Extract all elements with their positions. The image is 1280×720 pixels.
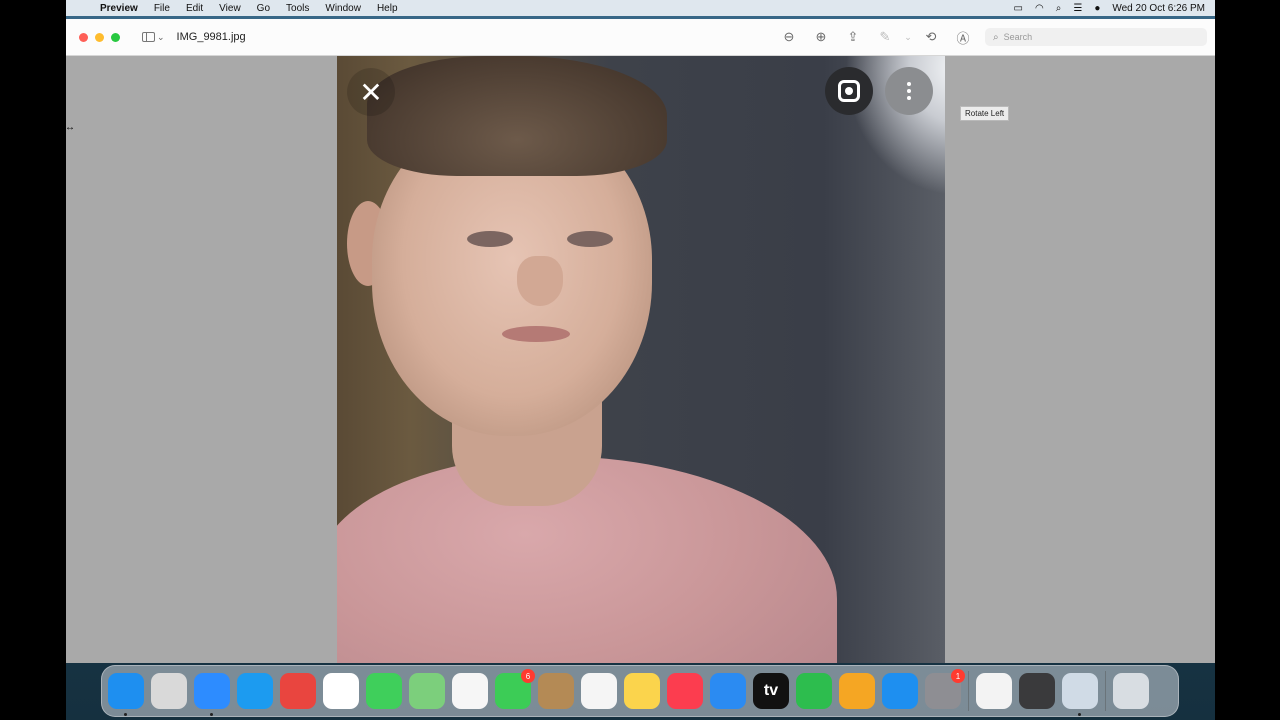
dock-separator <box>1105 671 1106 711</box>
notification-badge: 1 <box>951 669 965 683</box>
sidebar-icon <box>142 32 155 42</box>
maps-icon[interactable] <box>409 673 445 709</box>
toolbar: ⊖ ⊕ ⇪ ✎ ⌄ ⟲ Ⓐ ⌕ Search <box>773 25 1215 49</box>
markup-icon[interactable]: Ⓐ <box>947 25 979 49</box>
running-indicator <box>124 713 127 716</box>
sidebar-toggle-button[interactable]: ⌄ <box>142 32 165 43</box>
running-indicator <box>1078 713 1081 716</box>
shirt <box>337 456 837 663</box>
window-controls <box>66 32 120 42</box>
close-image-button[interactable]: ✕ <box>347 68 395 116</box>
system-preferences-icon[interactable]: 1 <box>925 669 965 709</box>
menu-window[interactable]: Window <box>317 3 369 14</box>
siri-icon[interactable]: ● <box>1094 3 1100 14</box>
document-image: ✕ <box>337 56 945 663</box>
menu-tools[interactable]: Tools <box>278 3 317 14</box>
preview-icon[interactable] <box>1062 673 1098 716</box>
zoom-icon[interactable] <box>194 673 230 716</box>
more-vertical-icon <box>907 82 911 100</box>
pages-icon[interactable] <box>839 673 875 709</box>
menu-go[interactable]: Go <box>249 3 278 14</box>
trash-icon[interactable] <box>1113 673 1149 709</box>
textedit-icon[interactable] <box>976 673 1012 709</box>
document-title: IMG_9981.jpg <box>176 31 246 43</box>
wifi-icon[interactable]: ◠ <box>1035 3 1044 14</box>
chevron-down-icon: ⌄ <box>157 31 165 42</box>
menu-file[interactable]: File <box>146 3 178 14</box>
close-window-button[interactable] <box>79 32 88 42</box>
preview-window: ⌄ IMG_9981.jpg ⊖ ⊕ ⇪ ✎ ⌄ ⟲ Ⓐ ⌕ Search ✕ <box>66 19 1215 663</box>
dock-separator <box>968 671 969 711</box>
highlight-pen-icon[interactable]: ✎ <box>869 25 901 49</box>
launchpad-icon[interactable] <box>151 673 187 709</box>
app-store-icon[interactable] <box>882 673 918 709</box>
title-bar: ⌄ IMG_9981.jpg ⊖ ⊕ ⇪ ✎ ⌄ ⟲ Ⓐ ⌕ Search <box>66 19 1215 56</box>
lens-button[interactable] <box>825 67 873 115</box>
menu-app-name[interactable]: Preview <box>92 3 146 14</box>
notification-badge: 6 <box>521 669 535 683</box>
minimize-window-button[interactable] <box>95 32 104 42</box>
photos-icon[interactable] <box>452 673 488 709</box>
dock-app-label: tv <box>763 682 779 699</box>
search-placeholder: Search <box>1003 32 1033 42</box>
menu-view[interactable]: View <box>211 3 249 14</box>
mail-icon[interactable] <box>280 673 316 709</box>
dock: 6 tv 1 <box>101 665 1179 717</box>
facetime-icon[interactable]: 6 <box>495 669 535 709</box>
messages-icon[interactable] <box>366 673 402 709</box>
battery-icon[interactable]: ▭ <box>1014 3 1023 14</box>
chrome-icon[interactable] <box>323 673 359 709</box>
contacts-icon[interactable] <box>538 673 574 709</box>
menu-help[interactable]: Help <box>369 3 406 14</box>
keynote-icon[interactable] <box>710 673 746 709</box>
google-lens-icon <box>838 80 860 102</box>
notes-icon[interactable] <box>624 673 660 709</box>
close-icon: ✕ <box>359 76 383 108</box>
menu-bar: Preview File Edit View Go Tools Window H… <box>66 0 1215 16</box>
letterbox-left <box>0 0 66 720</box>
menu-clock[interactable]: Wed 20 Oct 6:26 PM <box>1112 3 1205 14</box>
music-icon[interactable] <box>667 673 703 709</box>
finder-icon[interactable] <box>108 673 144 716</box>
hair <box>367 56 667 176</box>
safari-icon[interactable] <box>237 673 273 709</box>
left-eye <box>467 231 513 247</box>
highlight-dropdown-icon[interactable]: ⌄ <box>901 25 915 49</box>
right-eye <box>567 231 613 247</box>
rotate-icon[interactable]: ⟲ <box>915 25 947 49</box>
more-options-button[interactable] <box>885 67 933 115</box>
control-center-icon[interactable]: ☰ <box>1073 3 1082 14</box>
numbers-icon[interactable] <box>796 673 832 709</box>
spotlight-icon[interactable]: ⌕ <box>1056 3 1062 14</box>
fullscreen-window-button[interactable] <box>111 32 120 42</box>
mouth <box>502 326 570 342</box>
tooltip-rotate-left: Rotate Left <box>960 106 1010 121</box>
reminders-icon[interactable] <box>581 673 617 709</box>
share-icon[interactable]: ⇪ <box>837 25 869 49</box>
search-field[interactable]: ⌕ Search <box>985 28 1207 46</box>
quicktime-icon[interactable] <box>1019 673 1055 709</box>
apple-tv-icon[interactable]: tv <box>753 673 789 709</box>
letterbox-right <box>1215 0 1280 720</box>
zoom-in-icon[interactable]: ⊕ <box>805 25 837 49</box>
resize-cursor-icon: ↔ <box>65 122 75 133</box>
running-indicator <box>210 713 213 716</box>
search-icon: ⌕ <box>993 31 999 43</box>
zoom-out-icon[interactable]: ⊖ <box>773 25 805 49</box>
nose <box>517 256 563 306</box>
menu-edit[interactable]: Edit <box>178 3 211 14</box>
